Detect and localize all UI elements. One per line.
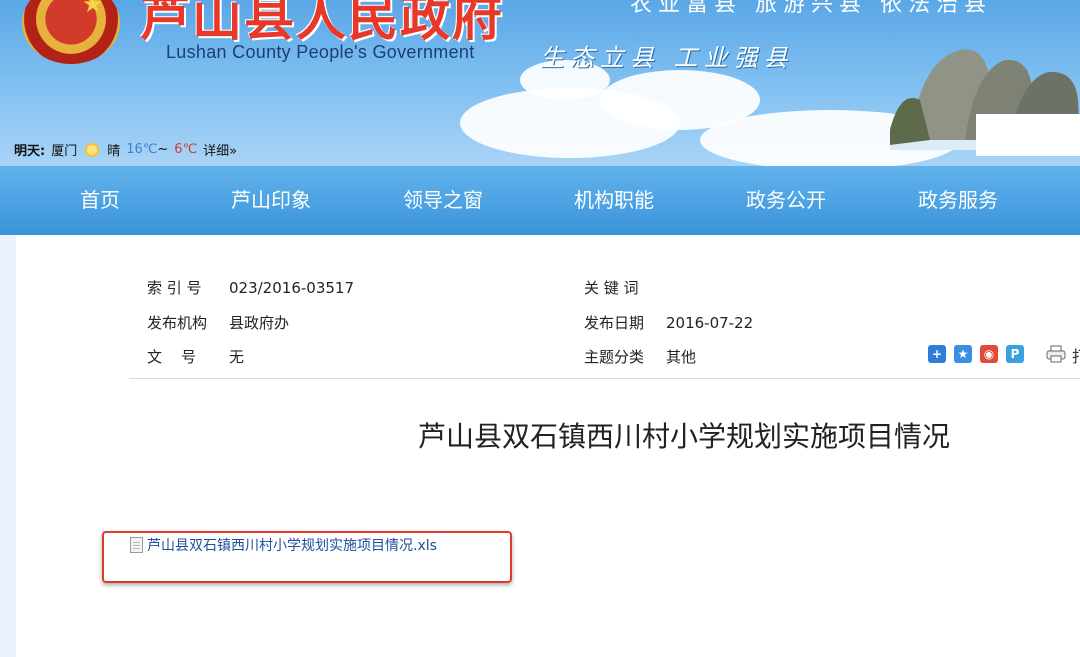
- share-more-icon[interactable]: +: [928, 345, 946, 363]
- meta-divider: [129, 378, 1080, 379]
- header-banner: ★ 芦山县人民政府 Lushan County People's Governm…: [0, 0, 1080, 166]
- main-nav: 首页 芦山印象 领导之窗 机构职能 政务公开 政务服务: [0, 166, 1080, 235]
- slogan: 生态立县 工业强县: [540, 44, 794, 72]
- nav-item-home[interactable]: 首页: [25, 166, 175, 235]
- share-bar: + ★ ◉ P: [928, 345, 1024, 363]
- meta-index-value: 023/2016-03517: [229, 279, 354, 297]
- nav-item-services[interactable]: 政务服务: [883, 166, 1033, 235]
- meta-keyword: 关 键 词: [584, 277, 666, 298]
- meta-publisher-value: 县政府办: [229, 314, 290, 332]
- meta-date: 发布日期 2016-07-22: [584, 312, 753, 333]
- weather-widget: 明天: 厦门 晴 16℃ ~ 6℃ 详细»: [14, 140, 237, 159]
- article-title: 芦山县双石镇西川村小学规划实施项目情况: [418, 420, 951, 453]
- meta-date-label: 发布日期: [584, 314, 645, 332]
- attachment-link[interactable]: 芦山县双石镇西川村小学规划实施项目情况.xls: [130, 535, 437, 555]
- nav-item-impression[interactable]: 芦山印象: [196, 166, 346, 235]
- weather-city: 厦门: [51, 144, 78, 159]
- qzone-share-icon[interactable]: ★: [954, 345, 972, 363]
- nav-item-disclosure[interactable]: 政务公开: [711, 166, 861, 235]
- weather-sep: ~: [157, 142, 169, 157]
- nav-item-leaders[interactable]: 领导之窗: [368, 166, 518, 235]
- meta-publisher: 发布机构 县政府办: [147, 312, 289, 333]
- meta-docno-value: 无: [229, 348, 245, 366]
- meta-docno: 文 号无: [147, 346, 244, 367]
- meta-topic: 主题分类 其他: [584, 346, 696, 367]
- meta-index-label: 索 引 号: [147, 279, 202, 297]
- nav-item-functions[interactable]: 机构职能: [539, 166, 689, 235]
- print-label[interactable]: 打: [1072, 343, 1080, 367]
- meta-topic-label: 主题分类: [584, 348, 645, 366]
- meta-index: 索 引 号 023/2016-03517: [147, 277, 354, 298]
- attachment-filename[interactable]: 芦山县双石镇西川村小学规划实施项目情况.xls: [147, 535, 437, 555]
- meta-docno-label: 文 号: [147, 348, 197, 366]
- print-icon[interactable]: [1046, 345, 1066, 363]
- content-area: 索 引 号 023/2016-03517 关 键 词 发布机构 县政府办 发布日期 2…: [16, 235, 1080, 657]
- weather-label: 明天:: [14, 144, 46, 159]
- file-icon: [130, 537, 143, 553]
- slogan-top: 农业富县 旅游兴县 依法治县: [630, 0, 992, 17]
- meta-date-value: 2016-07-22: [666, 314, 754, 332]
- weather-high: 6℃: [174, 142, 198, 157]
- site-subtitle-en: Lushan County People's Government: [166, 42, 475, 62]
- tencent-weibo-share-icon[interactable]: P: [1006, 345, 1024, 363]
- meta-topic-value: 其他: [666, 348, 697, 366]
- meta-publisher-label: 发布机构: [147, 314, 208, 332]
- weibo-share-icon[interactable]: ◉: [980, 345, 998, 363]
- white-panel: [976, 114, 1080, 156]
- meta-keyword-label: 关 键 词: [584, 279, 639, 297]
- weather-condition: 晴: [107, 144, 121, 159]
- weather-detail-link[interactable]: 详细»: [203, 140, 237, 159]
- national-emblem-logo: ★: [22, 0, 120, 64]
- weather-low: 16℃: [126, 142, 158, 157]
- sunny-icon: [85, 142, 100, 157]
